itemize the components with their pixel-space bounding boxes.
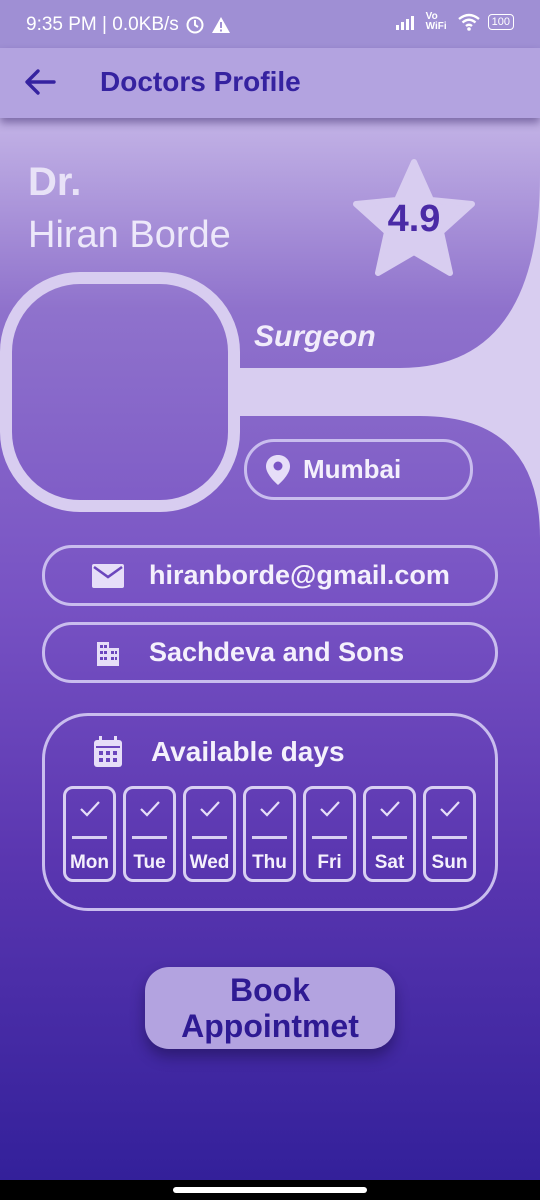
day-sun[interactable]: Sun [423, 786, 476, 882]
day-label: Sun [431, 852, 468, 873]
day-divider [72, 836, 107, 839]
day-divider [432, 836, 467, 839]
day-thu[interactable]: Thu [243, 786, 296, 882]
email-text: hiranborde@gmail.com [149, 560, 450, 590]
app-bar: Doctors Profile [0, 48, 540, 118]
system-nav-bar [0, 1180, 540, 1200]
rating-value: 4.9 [387, 198, 441, 240]
doctor-prefix: Dr. [28, 160, 82, 204]
wifi-icon [457, 13, 480, 31]
day-label: Wed [189, 852, 230, 873]
check-icon [200, 801, 220, 817]
day-fri[interactable]: Fri [303, 786, 356, 882]
battery-icon: 100 [487, 14, 514, 30]
home-gesture-handle[interactable] [173, 1187, 367, 1193]
day-sat[interactable]: Sat [363, 786, 416, 882]
availability-header: Available days [91, 734, 345, 770]
check-icon [260, 801, 280, 817]
doctor-name: Hiran Borde [28, 214, 231, 256]
day-divider [132, 836, 167, 839]
status-time: 9:35 PM | 0.0KB/s [26, 14, 179, 35]
day-label: Tue [133, 852, 166, 873]
status-left: 9:35 PM | 0.0KB/s [26, 14, 231, 36]
day-tue[interactable]: Tue [123, 786, 176, 882]
check-icon [80, 801, 100, 817]
book-appointment-button[interactable]: Book Appointmet [145, 967, 395, 1049]
availability-box: Available days Mon Tue Wed Thu Fri Sat S… [42, 713, 498, 911]
check-icon [440, 801, 460, 817]
day-divider [252, 836, 287, 839]
signal-icon [395, 16, 414, 30]
check-icon [380, 801, 400, 817]
availability-heading: Available days [151, 736, 345, 767]
doctor-specialty: Surgeon [254, 320, 376, 353]
building-icon [97, 641, 119, 666]
day-label: Thu [252, 852, 287, 873]
company-text: Sachdeva and Sons [149, 637, 405, 667]
day-label: Mon [69, 852, 110, 873]
status-bar: 9:35 PM | 0.0KB/s Vo WiFi 100 [0, 0, 540, 48]
day-mon[interactable]: Mon [63, 786, 116, 882]
email-field: hiranborde@gmail.com [42, 545, 498, 606]
day-divider [192, 836, 227, 839]
day-wed[interactable]: Wed [183, 786, 236, 882]
location-field: Mumbai [244, 439, 473, 500]
day-label: Fri [317, 852, 342, 873]
day-divider [372, 836, 407, 839]
page-title: Doctors Profile [100, 66, 301, 97]
battery-level: 100 [491, 16, 510, 28]
book-button-line1: Book [230, 972, 310, 1008]
check-icon [140, 801, 160, 817]
alarm-icon [186, 16, 204, 34]
check-icon [320, 801, 340, 817]
location-text: Mumbai [303, 454, 402, 484]
vowifi-label: Vo WiFi [425, 11, 447, 32]
status-right: Vo WiFi 100 [395, 11, 514, 32]
mail-icon [92, 563, 124, 588]
day-divider [312, 836, 347, 839]
warning-icon [211, 17, 230, 33]
days-row: Mon Tue Wed Thu Fri Sat Sun [63, 786, 476, 882]
day-label: Sat [374, 852, 405, 873]
book-button-line2: Appointmet [181, 1008, 359, 1044]
profile-content: Dr. Hiran Borde 4.9 Surgeon Mumbai hiran… [0, 118, 540, 1180]
calendar-icon [94, 736, 122, 767]
location-pin-icon [266, 454, 290, 485]
back-arrow-icon[interactable] [22, 64, 58, 100]
company-field: Sachdeva and Sons [42, 622, 498, 683]
